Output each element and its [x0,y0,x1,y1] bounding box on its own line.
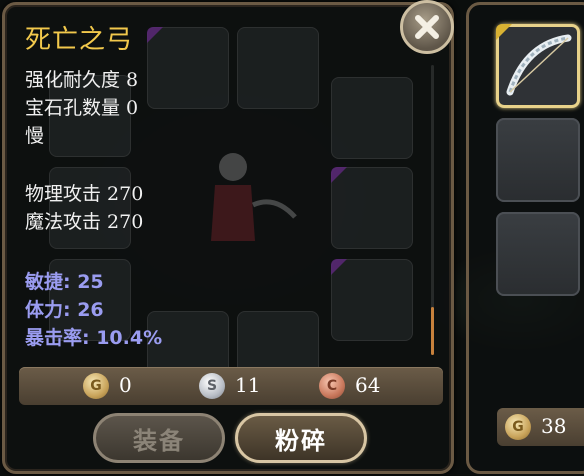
bow-icon [506,34,572,96]
side-gold-value: 38 [541,414,567,438]
side-currency-bar: G 38 [497,408,584,446]
item-slot[interactable] [496,118,580,202]
close-button[interactable] [400,0,454,54]
copper-value: 64 [355,373,381,397]
scrollbar-thumb[interactable] [431,307,434,355]
scrollbar[interactable] [431,65,434,355]
silver-value: 11 [235,373,261,397]
copper-coin-icon: C [319,373,345,399]
physical-attack-text: 物理攻击 270 [25,183,144,205]
inventory-slot [147,27,229,109]
crit-rate-text: 暴击率: 10.4% [25,327,163,349]
selected-item-slot[interactable] [496,24,580,108]
silver-coin-icon: S [199,373,225,399]
inventory-slot [331,77,413,159]
speed-text: 慢 [25,125,45,147]
gold-coin-icon: G [505,414,531,440]
item-tooltip-panel: 死亡之弓 强化耐久度 8 宝石孔数量 0 慢 物理攻击 270 魔法攻击 270… [2,2,454,474]
inventory-slot [331,259,413,341]
smash-button[interactable]: 粉碎 [235,413,367,463]
gold-coin-icon: G [83,373,109,399]
item-name: 死亡之弓 [25,25,134,55]
agility-text: 敏捷: 25 [25,271,104,293]
equip-button[interactable]: 装备 [93,413,225,463]
item-slot[interactable] [496,212,580,296]
character-silhouette [211,153,297,241]
stamina-text: 体力: 26 [25,299,104,321]
currency-bar: G 0 S 11 C 64 [19,367,443,405]
gold-value: 0 [119,373,132,397]
magic-attack-text: 魔法攻击 270 [25,211,144,233]
inventory-slot [237,27,319,109]
close-icon [415,15,439,39]
gem-slots-text: 宝石孔数量 0 [25,97,139,119]
durability-text: 强化耐久度 8 [25,69,139,91]
inventory-slot [331,167,413,249]
